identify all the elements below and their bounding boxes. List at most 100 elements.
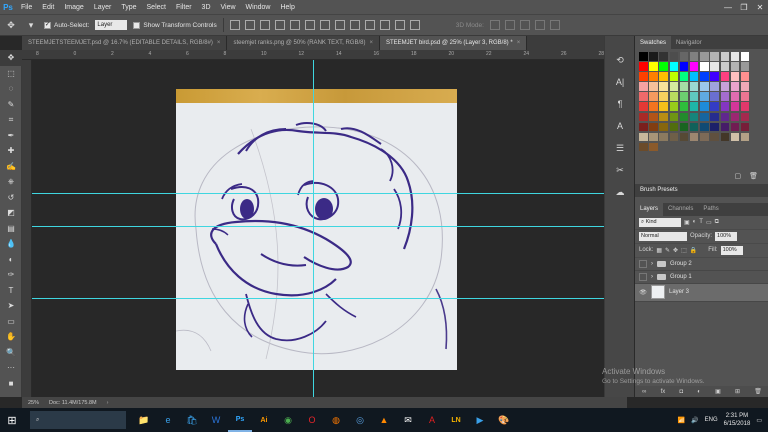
- color-swatch[interactable]: [720, 102, 729, 111]
- align-top-icon[interactable]: [229, 20, 240, 30]
- color-swatch[interactable]: [679, 52, 689, 61]
- mail-icon[interactable]: ✉: [396, 408, 420, 432]
- color-swatch[interactable]: [659, 122, 668, 132]
- menu-3d[interactable]: 3D: [197, 4, 216, 11]
- color-swatch[interactable]: [659, 52, 668, 61]
- color-swatch[interactable]: [730, 132, 740, 142]
- linkedin-icon[interactable]: LN: [444, 408, 468, 432]
- lasso-tool-icon[interactable]: ◌: [0, 81, 22, 97]
- distribute-vcenter-icon[interactable]: [334, 20, 345, 30]
- color-swatch[interactable]: [740, 52, 750, 61]
- healing-brush-tool-icon[interactable]: ✚: [0, 143, 22, 159]
- zoom-tool-icon[interactable]: 🔍: [0, 345, 22, 361]
- color-swatch[interactable]: [679, 112, 689, 122]
- menu-edit[interactable]: Edit: [37, 4, 59, 11]
- menu-layer[interactable]: Layer: [89, 4, 117, 11]
- color-swatch[interactable]: [740, 102, 750, 111]
- filter-type-icon[interactable]: T: [699, 219, 703, 225]
- chevron-right-icon[interactable]: ›: [651, 274, 653, 280]
- menu-filter[interactable]: Filter: [171, 4, 197, 11]
- color-swatch[interactable]: [720, 112, 729, 122]
- tab-layers[interactable]: Layers: [635, 202, 664, 216]
- tool-preset-dropdown-icon[interactable]: ▾: [24, 18, 38, 32]
- color-swatch[interactable]: [689, 132, 699, 142]
- color-swatch[interactable]: [689, 62, 699, 71]
- color-swatch[interactable]: [720, 52, 729, 61]
- marquee-tool-icon[interactable]: ⬚: [0, 66, 22, 82]
- layer-row[interactable]: 👁 Layer 3: [635, 283, 768, 302]
- clone-stamp-tool-icon[interactable]: ⎈: [0, 174, 22, 190]
- color-swatch[interactable]: [669, 92, 679, 101]
- color-swatch[interactable]: [710, 102, 719, 111]
- document-tab[interactable]: STEEMJET bird.psd @ 25% (Layer 3, RGB/8)…: [379, 36, 528, 50]
- distribute-top-icon[interactable]: [319, 20, 330, 30]
- ruler-horizontal[interactable]: 8 0 2 4 6 8 10 12 14 16 18 20 22 24 26 28: [22, 50, 627, 60]
- path-select-tool-icon[interactable]: ➤: [0, 298, 22, 314]
- color-swatch[interactable]: [679, 82, 689, 91]
- new-layer-icon[interactable]: ⊞: [735, 388, 740, 395]
- eyedropper-tool-icon[interactable]: ✒: [0, 128, 22, 144]
- tab-paths[interactable]: Paths: [698, 203, 723, 216]
- color-swatch[interactable]: [710, 92, 719, 101]
- firefox-icon[interactable]: ◍: [324, 408, 348, 432]
- illustrator-icon[interactable]: Ai: [252, 408, 276, 432]
- align-hcenter-icon[interactable]: [289, 20, 300, 30]
- color-swatch[interactable]: [720, 62, 729, 71]
- color-swatch[interactable]: [649, 132, 658, 142]
- auto-select-checkbox[interactable]: Auto-Select:: [44, 21, 89, 29]
- lock-artboard-icon[interactable]: ⬚: [681, 247, 687, 254]
- history-brush-tool-icon[interactable]: ↺: [0, 190, 22, 206]
- guide-horizontal[interactable]: [32, 226, 627, 227]
- color-swatch[interactable]: [669, 132, 679, 142]
- align-left-icon[interactable]: [274, 20, 285, 30]
- new-swatch-icon[interactable]: ▢: [734, 172, 741, 180]
- close-button[interactable]: ✕: [752, 0, 768, 14]
- color-swatch[interactable]: [740, 72, 750, 81]
- auto-align-icon[interactable]: [409, 20, 420, 30]
- color-swatch[interactable]: [639, 82, 648, 91]
- color-swatch[interactable]: [710, 132, 719, 142]
- color-swatch[interactable]: [740, 62, 750, 71]
- color-swatch[interactable]: [669, 102, 679, 111]
- hand-tool-icon[interactable]: ✋: [0, 329, 22, 345]
- color-swatch[interactable]: [730, 62, 740, 71]
- menu-select[interactable]: Select: [142, 4, 171, 11]
- 3d-roll-icon[interactable]: [504, 20, 515, 30]
- color-swatch[interactable]: [689, 112, 699, 122]
- color-swatch[interactable]: [639, 122, 648, 132]
- gradient-tool-icon[interactable]: ▤: [0, 221, 22, 237]
- tab-channels[interactable]: Channels: [663, 203, 698, 216]
- paint-icon[interactable]: 🎨: [492, 408, 516, 432]
- filter-adjust-icon[interactable]: ◐: [693, 219, 697, 225]
- color-swatch[interactable]: [710, 52, 719, 61]
- color-swatch[interactable]: [740, 112, 750, 122]
- 3d-scale-icon[interactable]: [549, 20, 560, 30]
- color-swatch[interactable]: [679, 102, 689, 111]
- color-swatch[interactable]: [700, 132, 709, 142]
- document-tab[interactable]: steemjet ranks.png @ 50% (RANK TEXT, RGB…: [227, 36, 380, 50]
- color-swatch[interactable]: [700, 82, 709, 91]
- color-swatch[interactable]: [639, 92, 648, 101]
- color-swatch[interactable]: [669, 112, 679, 122]
- taskbar-search-input[interactable]: ⌕: [30, 411, 126, 429]
- libraries-panel-icon[interactable]: ☁: [605, 181, 635, 203]
- color-swatch[interactable]: [689, 122, 699, 132]
- close-icon[interactable]: ×: [369, 40, 373, 46]
- color-swatch[interactable]: [679, 72, 689, 81]
- acrobat-icon[interactable]: A: [420, 408, 444, 432]
- zoom-level[interactable]: 25%: [28, 400, 39, 406]
- color-swatch[interactable]: [649, 142, 658, 152]
- 3d-slide-icon[interactable]: [534, 20, 545, 30]
- add-mask-icon[interactable]: ◘: [679, 389, 683, 395]
- visibility-eye-icon[interactable]: [639, 259, 647, 268]
- color-swatch[interactable]: [720, 122, 729, 132]
- color-swatch[interactable]: [700, 102, 709, 111]
- filter-shape-icon[interactable]: ▭: [706, 219, 712, 226]
- blur-tool-icon[interactable]: 💧: [0, 236, 22, 252]
- new-group-icon[interactable]: ▣: [715, 388, 721, 395]
- color-swatch[interactable]: [659, 102, 668, 111]
- align-right-icon[interactable]: [304, 20, 315, 30]
- shape-tool-icon[interactable]: ▭: [0, 314, 22, 330]
- word-icon[interactable]: W: [204, 408, 228, 432]
- guide-horizontal[interactable]: [32, 298, 627, 299]
